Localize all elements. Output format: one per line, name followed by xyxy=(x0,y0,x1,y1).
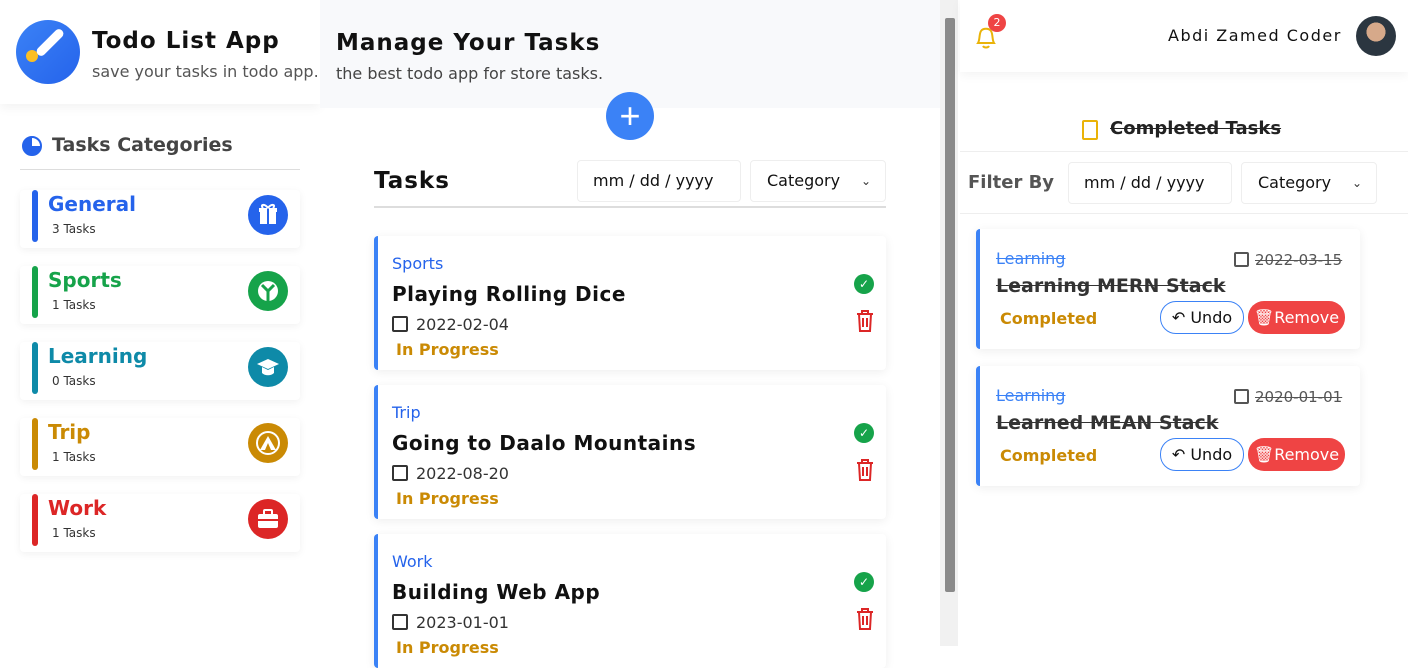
check-pen-icon xyxy=(16,20,80,84)
task-title: Going to Daalo Mountains xyxy=(392,431,697,455)
brand-header: Todo List App save your tasks in todo ap… xyxy=(0,0,320,104)
ball-icon xyxy=(248,271,288,311)
completed-heading-label: Completed Tasks xyxy=(1110,118,1282,139)
task-date: 2022-02-04 xyxy=(392,315,509,334)
categories-heading-label: Tasks Categories xyxy=(52,134,233,156)
trash-icon: 🗑 xyxy=(1253,445,1275,464)
complete-check-icon[interactable]: ✓ xyxy=(854,423,874,443)
calendar-icon xyxy=(392,316,408,332)
category-count: 0 Tasks xyxy=(52,374,96,388)
category-count: 1 Tasks xyxy=(52,450,96,464)
add-task-button[interactable]: + xyxy=(606,92,654,140)
completed-task-card: Learning 2022-03-15 Learning MERN Stack … xyxy=(976,229,1360,349)
task-category: Sports xyxy=(392,254,444,273)
task-status: Completed xyxy=(1000,309,1098,328)
category-sports[interactable]: Sports 1 Tasks xyxy=(20,266,300,324)
completed-heading: Completed Tasks xyxy=(960,112,1408,152)
app-title: Todo List App xyxy=(92,28,280,54)
date-filter-input[interactable]: mm / dd / yyyy xyxy=(577,160,741,202)
remove-button[interactable]: 🗑Remove xyxy=(1248,301,1345,334)
chevron-down-icon: ⌄ xyxy=(860,174,871,188)
task-date: 2022-03-15 xyxy=(1234,251,1342,269)
calendar-icon xyxy=(392,465,408,481)
task-date: 2020-01-01 xyxy=(1234,388,1342,406)
categories-heading: Tasks Categories xyxy=(20,132,300,170)
tasks-heading: Tasks xyxy=(374,168,450,194)
category-trip[interactable]: Trip 1 Tasks xyxy=(20,418,300,476)
page-title: Manage Your Tasks xyxy=(336,30,601,56)
completed-category-select[interactable]: Category ⌄ xyxy=(1241,162,1377,204)
category-name: Sports xyxy=(48,268,122,292)
calendar-icon xyxy=(392,614,408,630)
clipboard-check-icon xyxy=(1082,120,1098,140)
avatar[interactable] xyxy=(1356,16,1396,56)
task-card: Sports Playing Rolling Dice 2022-02-04 I… xyxy=(374,236,886,370)
trash-icon[interactable] xyxy=(856,459,873,481)
calendar-icon xyxy=(1234,389,1249,404)
undo-button[interactable]: ↶ Undo xyxy=(1160,301,1244,334)
undo-icon: ↶ xyxy=(1171,445,1186,464)
category-name: Trip xyxy=(48,420,91,444)
category-work[interactable]: Work 1 Tasks xyxy=(20,494,300,552)
complete-check-icon[interactable]: ✓ xyxy=(854,572,874,592)
category-name: Learning xyxy=(48,344,148,368)
notification-badge: 2 xyxy=(988,14,1006,32)
task-status: In Progress xyxy=(396,489,499,508)
gift-icon xyxy=(248,195,288,235)
complete-check-icon[interactable]: ✓ xyxy=(854,274,874,294)
sidebar: Todo List App save your tasks in todo ap… xyxy=(0,0,320,646)
task-title: Learning MERN Stack xyxy=(996,275,1226,297)
task-title: Learned MEAN Stack xyxy=(996,412,1219,434)
category-general[interactable]: General 3 Tasks xyxy=(20,190,300,248)
category-select-label: Category xyxy=(1258,173,1332,192)
category-select[interactable]: Category ⌄ xyxy=(750,160,886,202)
user-name: Abdi Zamed Coder xyxy=(1168,26,1342,45)
page-subtitle: the best todo app for store tasks. xyxy=(336,64,604,83)
category-name: General xyxy=(48,192,136,216)
category-count: 1 Tasks xyxy=(52,298,96,312)
pie-chart-icon xyxy=(22,136,42,156)
scrollbar-thumb[interactable] xyxy=(945,18,955,592)
remove-button[interactable]: 🗑Remove xyxy=(1248,438,1345,471)
task-category: Work xyxy=(392,552,433,571)
undo-icon: ↶ xyxy=(1171,308,1186,327)
task-card: Work Building Web App 2023-01-01 In Prog… xyxy=(374,534,886,668)
trash-icon: 🗑 xyxy=(1253,308,1275,327)
task-card: Trip Going to Daalo Mountains 2022-08-20… xyxy=(374,385,886,519)
completed-filter-bar: Filter By mm / dd / yyyy Category ⌄ xyxy=(960,152,1408,214)
task-title: Playing Rolling Dice xyxy=(392,282,626,306)
filter-label: Filter By xyxy=(968,172,1055,193)
completed-panel: 2 Abdi Zamed Coder Completed Tasks Filte… xyxy=(960,0,1408,646)
category-learning[interactable]: Learning 0 Tasks xyxy=(20,342,300,400)
chevron-down-icon: ⌄ xyxy=(1351,176,1362,190)
calendar-icon xyxy=(1234,252,1249,267)
category-select-label: Category xyxy=(767,171,841,190)
trash-icon[interactable] xyxy=(856,608,873,630)
tasks-toolbar: Tasks mm / dd / yyyy Category ⌄ xyxy=(374,160,886,208)
task-date: 2023-01-01 xyxy=(392,613,509,632)
task-status: Completed xyxy=(1000,446,1098,465)
graduation-cap-icon xyxy=(248,347,288,387)
task-date: 2022-08-20 xyxy=(392,464,509,483)
task-title: Building Web App xyxy=(392,580,601,604)
app-subtitle: save your tasks in todo app. xyxy=(92,62,319,81)
category-count: 1 Tasks xyxy=(52,526,96,540)
task-status: In Progress xyxy=(396,340,499,359)
trash-icon[interactable] xyxy=(856,310,873,332)
category-count: 3 Tasks xyxy=(52,222,96,236)
task-status: In Progress xyxy=(396,638,499,657)
completed-date-filter[interactable]: mm / dd / yyyy xyxy=(1068,162,1232,204)
mountain-icon xyxy=(248,423,288,463)
briefcase-icon xyxy=(248,499,288,539)
task-category: Trip xyxy=(392,403,421,422)
undo-button[interactable]: ↶ Undo xyxy=(1160,438,1244,471)
completed-task-card: Learning 2020-01-01 Learned MEAN Stack C… xyxy=(976,366,1360,486)
task-category: Learning xyxy=(996,249,1066,268)
category-name: Work xyxy=(48,496,107,520)
task-category: Learning xyxy=(996,386,1066,405)
user-topbar: 2 Abdi Zamed Coder xyxy=(960,0,1408,72)
